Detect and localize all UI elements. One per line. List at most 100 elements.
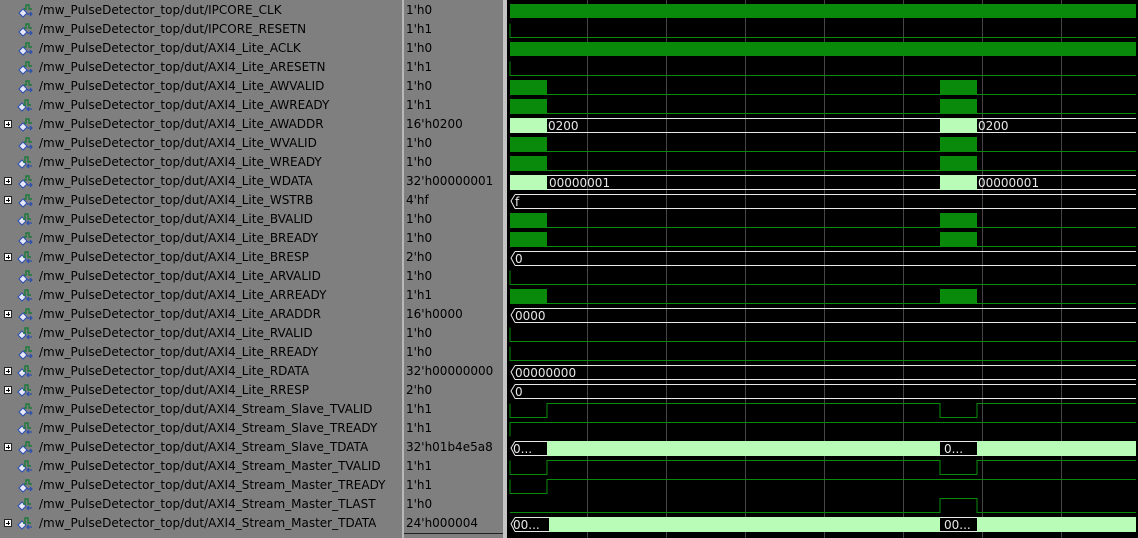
value-row-axi4-lite-rvalid[interactable]: 1'h0 bbox=[404, 324, 503, 343]
value-row-axi4-stream-master-tdata[interactable]: 24'h000004 bbox=[404, 514, 503, 533]
signal-row-axi4-lite-rvalid[interactable]: /mw_PulseDetector_top/dut/AXI4_Lite_RVAL… bbox=[0, 324, 402, 343]
signal-row-ipcore-clk[interactable]: /mw_PulseDetector_top/dut/IPCORE_CLK bbox=[0, 1, 402, 20]
value-row-axi4-lite-rresp[interactable]: 2'h0 bbox=[404, 381, 503, 400]
signal-name-pane[interactable]: /mw_PulseDetector_top/dut/IPCORE_CLK/mw_… bbox=[0, 0, 402, 538]
waveform-canvas[interactable]: 0200 020000000001 00000001f000000000000000… bbox=[507, 0, 1138, 538]
master-tlast-wave bbox=[510, 498, 1136, 513]
awvalid-wave-pulse bbox=[940, 80, 977, 94]
signal-value-pane[interactable]: 1'h0 1'h1 1'h0 1'h1 1'h0 1'h1 16'h0200 1'h0 1'h0… bbox=[404, 0, 503, 538]
signal-row-axi4-lite-araddr[interactable]: /mw_PulseDetector_top/dut/AXI4_Lite_ARAD… bbox=[0, 305, 402, 324]
expand-plus-icon[interactable] bbox=[4, 443, 12, 451]
signal-row-axi4-lite-awvalid[interactable]: /mw_PulseDetector_top/dut/AXI4_Lite_AWVA… bbox=[0, 77, 402, 96]
signal-row-axi4-lite-rready[interactable]: /mw_PulseDetector_top/dut/AXI4_Lite_RREA… bbox=[0, 343, 402, 362]
signal-row-axi4-stream-slave-tready[interactable]: /mw_PulseDetector_top/dut/AXI4_Stream_Sl… bbox=[0, 419, 402, 438]
expand-plus-icon[interactable] bbox=[4, 367, 12, 375]
value-row-axi4-lite-wdata[interactable]: 32'h00000001 bbox=[404, 172, 503, 191]
signal-row-axi4-lite-aresetn[interactable]: /mw_PulseDetector_top/dut/AXI4_Lite_ARES… bbox=[0, 58, 402, 77]
signal-row-axi4-stream-slave-tvalid[interactable]: /mw_PulseDetector_top/dut/AXI4_Stream_Sl… bbox=[0, 400, 402, 419]
expand-plus-icon[interactable] bbox=[4, 196, 12, 204]
value-row-axi4-lite-awaddr[interactable]: 16'h0200 bbox=[404, 115, 503, 134]
value-row-axi4-stream-slave-tready[interactable]: 1'h1 bbox=[404, 419, 503, 438]
signal-name: /mw_PulseDetector_top/dut/AXI4_Stream_Ma… bbox=[39, 459, 381, 473]
signal-name: /mw_PulseDetector_top/dut/AXI4_Lite_AWRE… bbox=[39, 98, 330, 112]
arvalid-wave bbox=[509, 270, 1136, 285]
signal-row-axi4-stream-slave-tdata[interactable]: /mw_PulseDetector_top/dut/AXI4_Stream_Sl… bbox=[0, 438, 402, 457]
value-pane-cursor-line bbox=[404, 533, 503, 534]
signal-name: /mw_PulseDetector_top/dut/AXI4_Stream_Ma… bbox=[39, 516, 377, 530]
expand-plus-icon[interactable] bbox=[4, 253, 12, 261]
signal-value: 1'h1 bbox=[406, 288, 433, 302]
value-row-axi4-stream-slave-tdata[interactable]: 32'h01b4e5a8 bbox=[404, 438, 503, 457]
signal-row-axi4-lite-awaddr[interactable]: /mw_PulseDetector_top/dut/AXI4_Lite_AWAD… bbox=[0, 115, 402, 134]
expand-plus-icon[interactable] bbox=[4, 177, 12, 185]
value-row-axi4-lite-rdata[interactable]: 32'h00000000 bbox=[404, 362, 503, 381]
signal-name: /mw_PulseDetector_top/dut/AXI4_Lite_ARRE… bbox=[39, 288, 327, 302]
signal-row-axi4-lite-wdata[interactable]: /mw_PulseDetector_top/dut/AXI4_Lite_WDAT… bbox=[0, 172, 402, 191]
value-row-axi4-stream-master-tlast[interactable]: 1'h0 bbox=[404, 495, 503, 514]
signal-row-axi4-lite-rresp[interactable]: /mw_PulseDetector_top/dut/AXI4_Lite_RRES… bbox=[0, 381, 402, 400]
slave-tvalid-wave bbox=[509, 403, 1136, 418]
value-row-ipcore-resetn[interactable]: 1'h1 bbox=[404, 20, 503, 39]
value-row-axi4-lite-wready[interactable]: 1'h0 bbox=[404, 153, 503, 172]
signal-waveform-icon bbox=[17, 497, 33, 512]
signal-row-axi4-lite-wready[interactable]: /mw_PulseDetector_top/dut/AXI4_Lite_WREA… bbox=[0, 153, 402, 172]
signal-name: /mw_PulseDetector_top/dut/AXI4_Lite_BVAL… bbox=[39, 212, 313, 226]
slave-tdata-label: 0... bbox=[944, 442, 963, 456]
value-row-axi4-lite-aclk[interactable]: 1'h0 bbox=[404, 39, 503, 58]
expand-plus-icon[interactable] bbox=[4, 120, 12, 128]
awvalid-wave-pulse bbox=[510, 80, 547, 94]
signal-row-axi4-stream-master-tvalid[interactable]: /mw_PulseDetector_top/dut/AXI4_Stream_Ma… bbox=[0, 457, 402, 476]
signal-waveform-icon bbox=[17, 383, 33, 398]
awready-wave-pulse bbox=[510, 99, 547, 113]
expand-plus-icon[interactable] bbox=[4, 519, 12, 527]
value-row-axi4-lite-araddr[interactable]: 16'h0000 bbox=[404, 305, 503, 324]
signal-row-axi4-lite-arvalid[interactable]: /mw_PulseDetector_top/dut/AXI4_Lite_ARVA… bbox=[0, 267, 402, 286]
value-row-axi4-stream-master-tready[interactable]: 1'h1 bbox=[404, 476, 503, 495]
signal-row-ipcore-resetn[interactable]: /mw_PulseDetector_top/dut/IPCORE_RESETN bbox=[0, 20, 402, 39]
signal-value: 1'h0 bbox=[406, 269, 433, 283]
signal-row-axi4-lite-arready[interactable]: /mw_PulseDetector_top/dut/AXI4_Lite_ARRE… bbox=[0, 286, 402, 305]
signal-row-axi4-lite-aclk[interactable]: /mw_PulseDetector_top/dut/AXI4_Lite_ACLK bbox=[0, 39, 402, 58]
signal-waveform-icon bbox=[17, 345, 33, 360]
value-row-axi4-lite-awready[interactable]: 1'h1 bbox=[404, 96, 503, 115]
signal-row-axi4-lite-wstrb[interactable]: /mw_PulseDetector_top/dut/AXI4_Lite_WSTR… bbox=[0, 191, 402, 210]
value-row-axi4-lite-bvalid[interactable]: 1'h0 bbox=[404, 210, 503, 229]
value-row-ipcore-clk[interactable]: 1'h0 bbox=[404, 1, 503, 20]
signal-name: /mw_PulseDetector_top/dut/AXI4_Lite_RRES… bbox=[39, 383, 309, 397]
signal-row-axi4-lite-awready[interactable]: /mw_PulseDetector_top/dut/AXI4_Lite_AWRE… bbox=[0, 96, 402, 115]
value-row-axi4-lite-wvalid[interactable]: 1'h0 bbox=[404, 134, 503, 153]
signal-row-axi4-lite-rdata[interactable]: /mw_PulseDetector_top/dut/AXI4_Lite_RDAT… bbox=[0, 362, 402, 381]
value-row-axi4-stream-master-tvalid[interactable]: 1'h1 bbox=[404, 457, 503, 476]
value-row-axi4-lite-aresetn[interactable]: 1'h1 bbox=[404, 58, 503, 77]
signal-name: /mw_PulseDetector_top/dut/AXI4_Stream_Ma… bbox=[39, 478, 386, 492]
master-tdata-label: 00... bbox=[944, 518, 971, 532]
value-row-axi4-stream-slave-tvalid[interactable]: 1'h1 bbox=[404, 400, 503, 419]
expand-plus-icon[interactable] bbox=[4, 386, 12, 394]
signal-waveform-icon bbox=[17, 3, 33, 18]
signal-waveform-icon bbox=[17, 516, 33, 531]
signal-waveform-icon bbox=[17, 212, 33, 227]
signal-row-axi4-stream-master-tready[interactable]: /mw_PulseDetector_top/dut/AXI4_Stream_Ma… bbox=[0, 476, 402, 495]
signal-row-axi4-lite-wvalid[interactable]: /mw_PulseDetector_top/dut/AXI4_Lite_WVAL… bbox=[0, 134, 402, 153]
signal-name: /mw_PulseDetector_top/dut/AXI4_Stream_Sl… bbox=[39, 440, 369, 454]
signal-waveform-icon bbox=[17, 155, 33, 170]
signal-row-axi4-stream-master-tlast[interactable]: /mw_PulseDetector_top/dut/AXI4_Stream_Ma… bbox=[0, 495, 402, 514]
signal-value: 1'h0 bbox=[406, 155, 433, 169]
signal-name: /mw_PulseDetector_top/dut/AXI4_Lite_RDAT… bbox=[39, 364, 310, 378]
rdata-label: 00000000 bbox=[515, 366, 576, 380]
expand-plus-icon[interactable] bbox=[4, 310, 12, 318]
signal-row-axi4-lite-bresp[interactable]: /mw_PulseDetector_top/dut/AXI4_Lite_BRES… bbox=[0, 248, 402, 267]
value-row-axi4-lite-bready[interactable]: 1'h0 bbox=[404, 229, 503, 248]
signal-name: /mw_PulseDetector_top/dut/AXI4_Lite_RREA… bbox=[39, 345, 319, 359]
value-row-axi4-lite-wstrb[interactable]: 4'hf bbox=[404, 191, 503, 210]
signal-row-axi4-lite-bvalid[interactable]: /mw_PulseDetector_top/dut/AXI4_Lite_BVAL… bbox=[0, 210, 402, 229]
value-row-axi4-lite-bresp[interactable]: 2'h0 bbox=[404, 248, 503, 267]
signal-row-axi4-lite-bready[interactable]: /mw_PulseDetector_top/dut/AXI4_Lite_BREA… bbox=[0, 229, 402, 248]
signal-row-axi4-stream-master-tdata[interactable]: /mw_PulseDetector_top/dut/AXI4_Stream_Ma… bbox=[0, 514, 402, 533]
value-row-axi4-lite-arvalid[interactable]: 1'h0 bbox=[404, 267, 503, 286]
signal-waveform-icon bbox=[17, 307, 33, 322]
value-row-axi4-lite-rready[interactable]: 1'h0 bbox=[404, 343, 503, 362]
value-row-axi4-lite-arready[interactable]: 1'h1 bbox=[404, 286, 503, 305]
value-row-axi4-lite-awvalid[interactable]: 1'h0 bbox=[404, 77, 503, 96]
waveform-pane[interactable]: 0200 0200 00000001 00000001 f 0 0000 00000000 0 0… bbox=[507, 0, 1138, 538]
